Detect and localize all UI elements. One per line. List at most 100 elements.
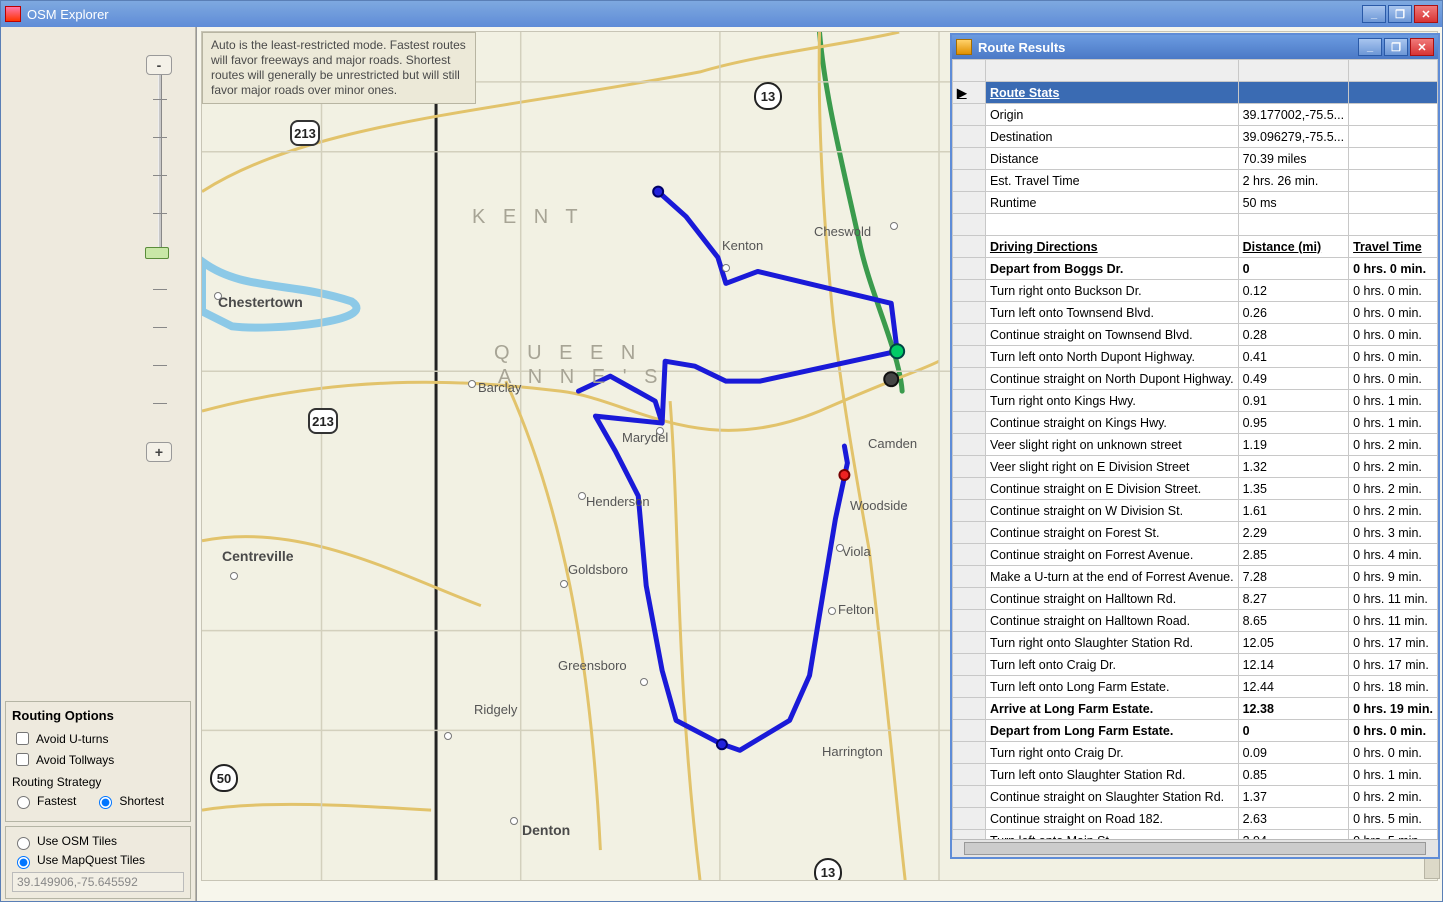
- direction-cell: Turn left onto Craig Dr.: [985, 654, 1238, 676]
- direction-cell: Turn left onto Main St.: [985, 830, 1238, 840]
- route-results-window[interactable]: Route Results _ ❐ ✕ ▶ Route StatsOrigin3…: [950, 33, 1440, 859]
- table-row[interactable]: Turn right onto Buckson Dr. 0.12 0 hrs. …: [953, 280, 1438, 302]
- window-title: OSM Explorer: [27, 7, 109, 22]
- direction-cell: Continue straight on Halltown Rd.: [985, 588, 1238, 610]
- table-row[interactable]: Continue straight on Halltown Rd. 8.27 0…: [953, 588, 1438, 610]
- table-row[interactable]: Turn left onto Townsend Blvd. 0.26 0 hrs…: [953, 302, 1438, 324]
- table-row[interactable]: Make a U-turn at the end of Forrest Aven…: [953, 566, 1438, 588]
- table-row[interactable]: Veer slight right on E Division Street 1…: [953, 456, 1438, 478]
- table-row[interactable]: Turn left onto North Dupont Highway. 0.4…: [953, 346, 1438, 368]
- time-cell: 0 hrs. 1 min.: [1349, 390, 1438, 412]
- avoid-tollways-checkbox[interactable]: Avoid Tollways: [12, 750, 184, 769]
- zoom-in-button[interactable]: +: [146, 442, 172, 462]
- distance-cell: 8.27: [1238, 588, 1348, 610]
- results-maximize-button[interactable]: ❐: [1384, 38, 1408, 56]
- results-horizontal-scrollbar[interactable]: [952, 839, 1438, 857]
- distance-cell: 2.94: [1238, 830, 1348, 840]
- direction-cell: Turn left onto Slaughter Station Rd.: [985, 764, 1238, 786]
- table-row[interactable]: Continue straight on Road 182. 2.63 0 hr…: [953, 808, 1438, 830]
- distance-cell: 12.14: [1238, 654, 1348, 676]
- strategy-shortest-radio[interactable]: Shortest: [94, 793, 164, 809]
- col-time: Travel Time: [1349, 236, 1438, 258]
- table-row[interactable]: Continue straight on North Dupont Highwa…: [953, 368, 1438, 390]
- route-results-titlebar[interactable]: Route Results _ ❐ ✕: [952, 35, 1438, 59]
- direction-cell: Continue straight on Road 182.: [985, 808, 1238, 830]
- avoid-uturns-label: Avoid U-turns: [36, 732, 108, 746]
- time-cell: 0 hrs. 0 min.: [1349, 742, 1438, 764]
- routing-options-panel: Routing Options Avoid U-turns Avoid Toll…: [5, 701, 191, 822]
- time-cell: 0 hrs. 1 min.: [1349, 412, 1438, 434]
- table-row[interactable]: Continue straight on Townsend Blvd. 0.28…: [953, 324, 1438, 346]
- time-cell: 0 hrs. 2 min.: [1349, 500, 1438, 522]
- mq-tiles-label: Use MapQuest Tiles: [37, 853, 145, 869]
- distance-cell: 12.38: [1238, 698, 1348, 720]
- table-row[interactable]: Turn left onto Slaughter Station Rd. 0.8…: [953, 764, 1438, 786]
- section-route-stats: Route Stats: [985, 82, 1238, 104]
- table-row[interactable]: Continue straight on Halltown Road. 8.65…: [953, 610, 1438, 632]
- table-row[interactable]: Veer slight right on unknown street 1.19…: [953, 434, 1438, 456]
- mq-tiles-input[interactable]: [17, 856, 30, 869]
- table-row[interactable]: Depart from Boggs Dr. 0 0 hrs. 0 min.: [953, 258, 1438, 280]
- time-cell: 0 hrs. 0 min.: [1349, 346, 1438, 368]
- time-cell: 0 hrs. 5 min.: [1349, 830, 1438, 840]
- avoid-uturns-checkbox[interactable]: Avoid U-turns: [12, 729, 184, 748]
- distance-cell: 0.12: [1238, 280, 1348, 302]
- osm-tiles-input[interactable]: [17, 837, 30, 850]
- distance-cell: 0.09: [1238, 742, 1348, 764]
- table-row[interactable]: Continue straight on Forrest Avenue. 2.8…: [953, 544, 1438, 566]
- application-window: OSM Explorer _ ❐ ✕ - +: [0, 0, 1443, 902]
- minimize-button[interactable]: _: [1362, 5, 1386, 23]
- results-close-button[interactable]: ✕: [1410, 38, 1434, 56]
- stat-key: Origin: [985, 104, 1238, 126]
- table-row[interactable]: Turn right onto Kings Hwy. 0.91 0 hrs. 1…: [953, 390, 1438, 412]
- close-button[interactable]: ✕: [1414, 5, 1438, 23]
- zoom-out-button[interactable]: -: [146, 55, 172, 75]
- time-cell: 0 hrs. 3 min.: [1349, 522, 1438, 544]
- shortest-input[interactable]: [99, 796, 112, 809]
- table-row[interactable]: Continue straight on Forest St. 2.29 0 h…: [953, 522, 1438, 544]
- time-cell: 0 hrs. 18 min.: [1349, 676, 1438, 698]
- table-row[interactable]: Continue straight on Slaughter Station R…: [953, 786, 1438, 808]
- table-row[interactable]: Depart from Long Farm Estate. 0 0 hrs. 0…: [953, 720, 1438, 742]
- distance-cell: 8.65: [1238, 610, 1348, 632]
- zoom-track[interactable]: [158, 75, 162, 247]
- direction-cell: Turn left onto Townsend Blvd.: [985, 302, 1238, 324]
- strategy-fastest-radio[interactable]: Fastest: [12, 793, 76, 809]
- time-cell: 0 hrs. 11 min.: [1349, 588, 1438, 610]
- zoom-thumb[interactable]: [145, 247, 169, 259]
- maximize-button[interactable]: ❐: [1388, 5, 1412, 23]
- stat-value: 39.177002,-75.5...: [1238, 104, 1348, 126]
- fastest-label: Fastest: [37, 794, 76, 808]
- main-titlebar[interactable]: OSM Explorer _ ❐ ✕: [1, 1, 1442, 27]
- results-minimize-button[interactable]: _: [1358, 38, 1382, 56]
- horizontal-scroll-thumb[interactable]: [964, 842, 1426, 855]
- use-mapquest-tiles-radio[interactable]: Use MapQuest Tiles: [12, 853, 184, 869]
- table-row[interactable]: Turn right onto Slaughter Station Rd. 12…: [953, 632, 1438, 654]
- table-row[interactable]: Continue straight on W Division St. 1.61…: [953, 500, 1438, 522]
- table-row[interactable]: Continue straight on E Division Street. …: [953, 478, 1438, 500]
- table-row[interactable]: Turn left onto Craig Dr. 12.14 0 hrs. 17…: [953, 654, 1438, 676]
- time-cell: 0 hrs. 4 min.: [1349, 544, 1438, 566]
- avoid-uturns-input[interactable]: [16, 732, 29, 745]
- fastest-input[interactable]: [17, 796, 30, 809]
- direction-cell: Arrive at Long Farm Estate.: [985, 698, 1238, 720]
- table-row[interactable]: Arrive at Long Farm Estate. 12.38 0 hrs.…: [953, 698, 1438, 720]
- stat-value: 39.096279,-75.5...: [1238, 126, 1348, 148]
- direction-cell: Depart from Boggs Dr.: [985, 258, 1238, 280]
- use-osm-tiles-radio[interactable]: Use OSM Tiles: [12, 834, 184, 850]
- avoid-tollways-input[interactable]: [16, 753, 29, 766]
- time-cell: 0 hrs. 11 min.: [1349, 610, 1438, 632]
- distance-cell: 2.85: [1238, 544, 1348, 566]
- stat-key: Est. Travel Time: [985, 170, 1238, 192]
- table-row[interactable]: Turn left onto Main St. 2.94 0 hrs. 5 mi…: [953, 830, 1438, 840]
- results-grid-scroll[interactable]: ▶ Route StatsOrigin39.177002,-75.5...Des…: [952, 59, 1438, 839]
- direction-cell: Veer slight right on unknown street: [985, 434, 1238, 456]
- distance-cell: 0.95: [1238, 412, 1348, 434]
- table-row[interactable]: Turn left onto Long Farm Estate. 12.44 0…: [953, 676, 1438, 698]
- direction-cell: Continue straight on Slaughter Station R…: [985, 786, 1238, 808]
- zoom-tick: [153, 327, 167, 328]
- table-row[interactable]: Turn right onto Craig Dr. 0.09 0 hrs. 0 …: [953, 742, 1438, 764]
- table-row[interactable]: Continue straight on Kings Hwy. 0.95 0 h…: [953, 412, 1438, 434]
- distance-cell: 1.37: [1238, 786, 1348, 808]
- direction-cell: Continue straight on Townsend Blvd.: [985, 324, 1238, 346]
